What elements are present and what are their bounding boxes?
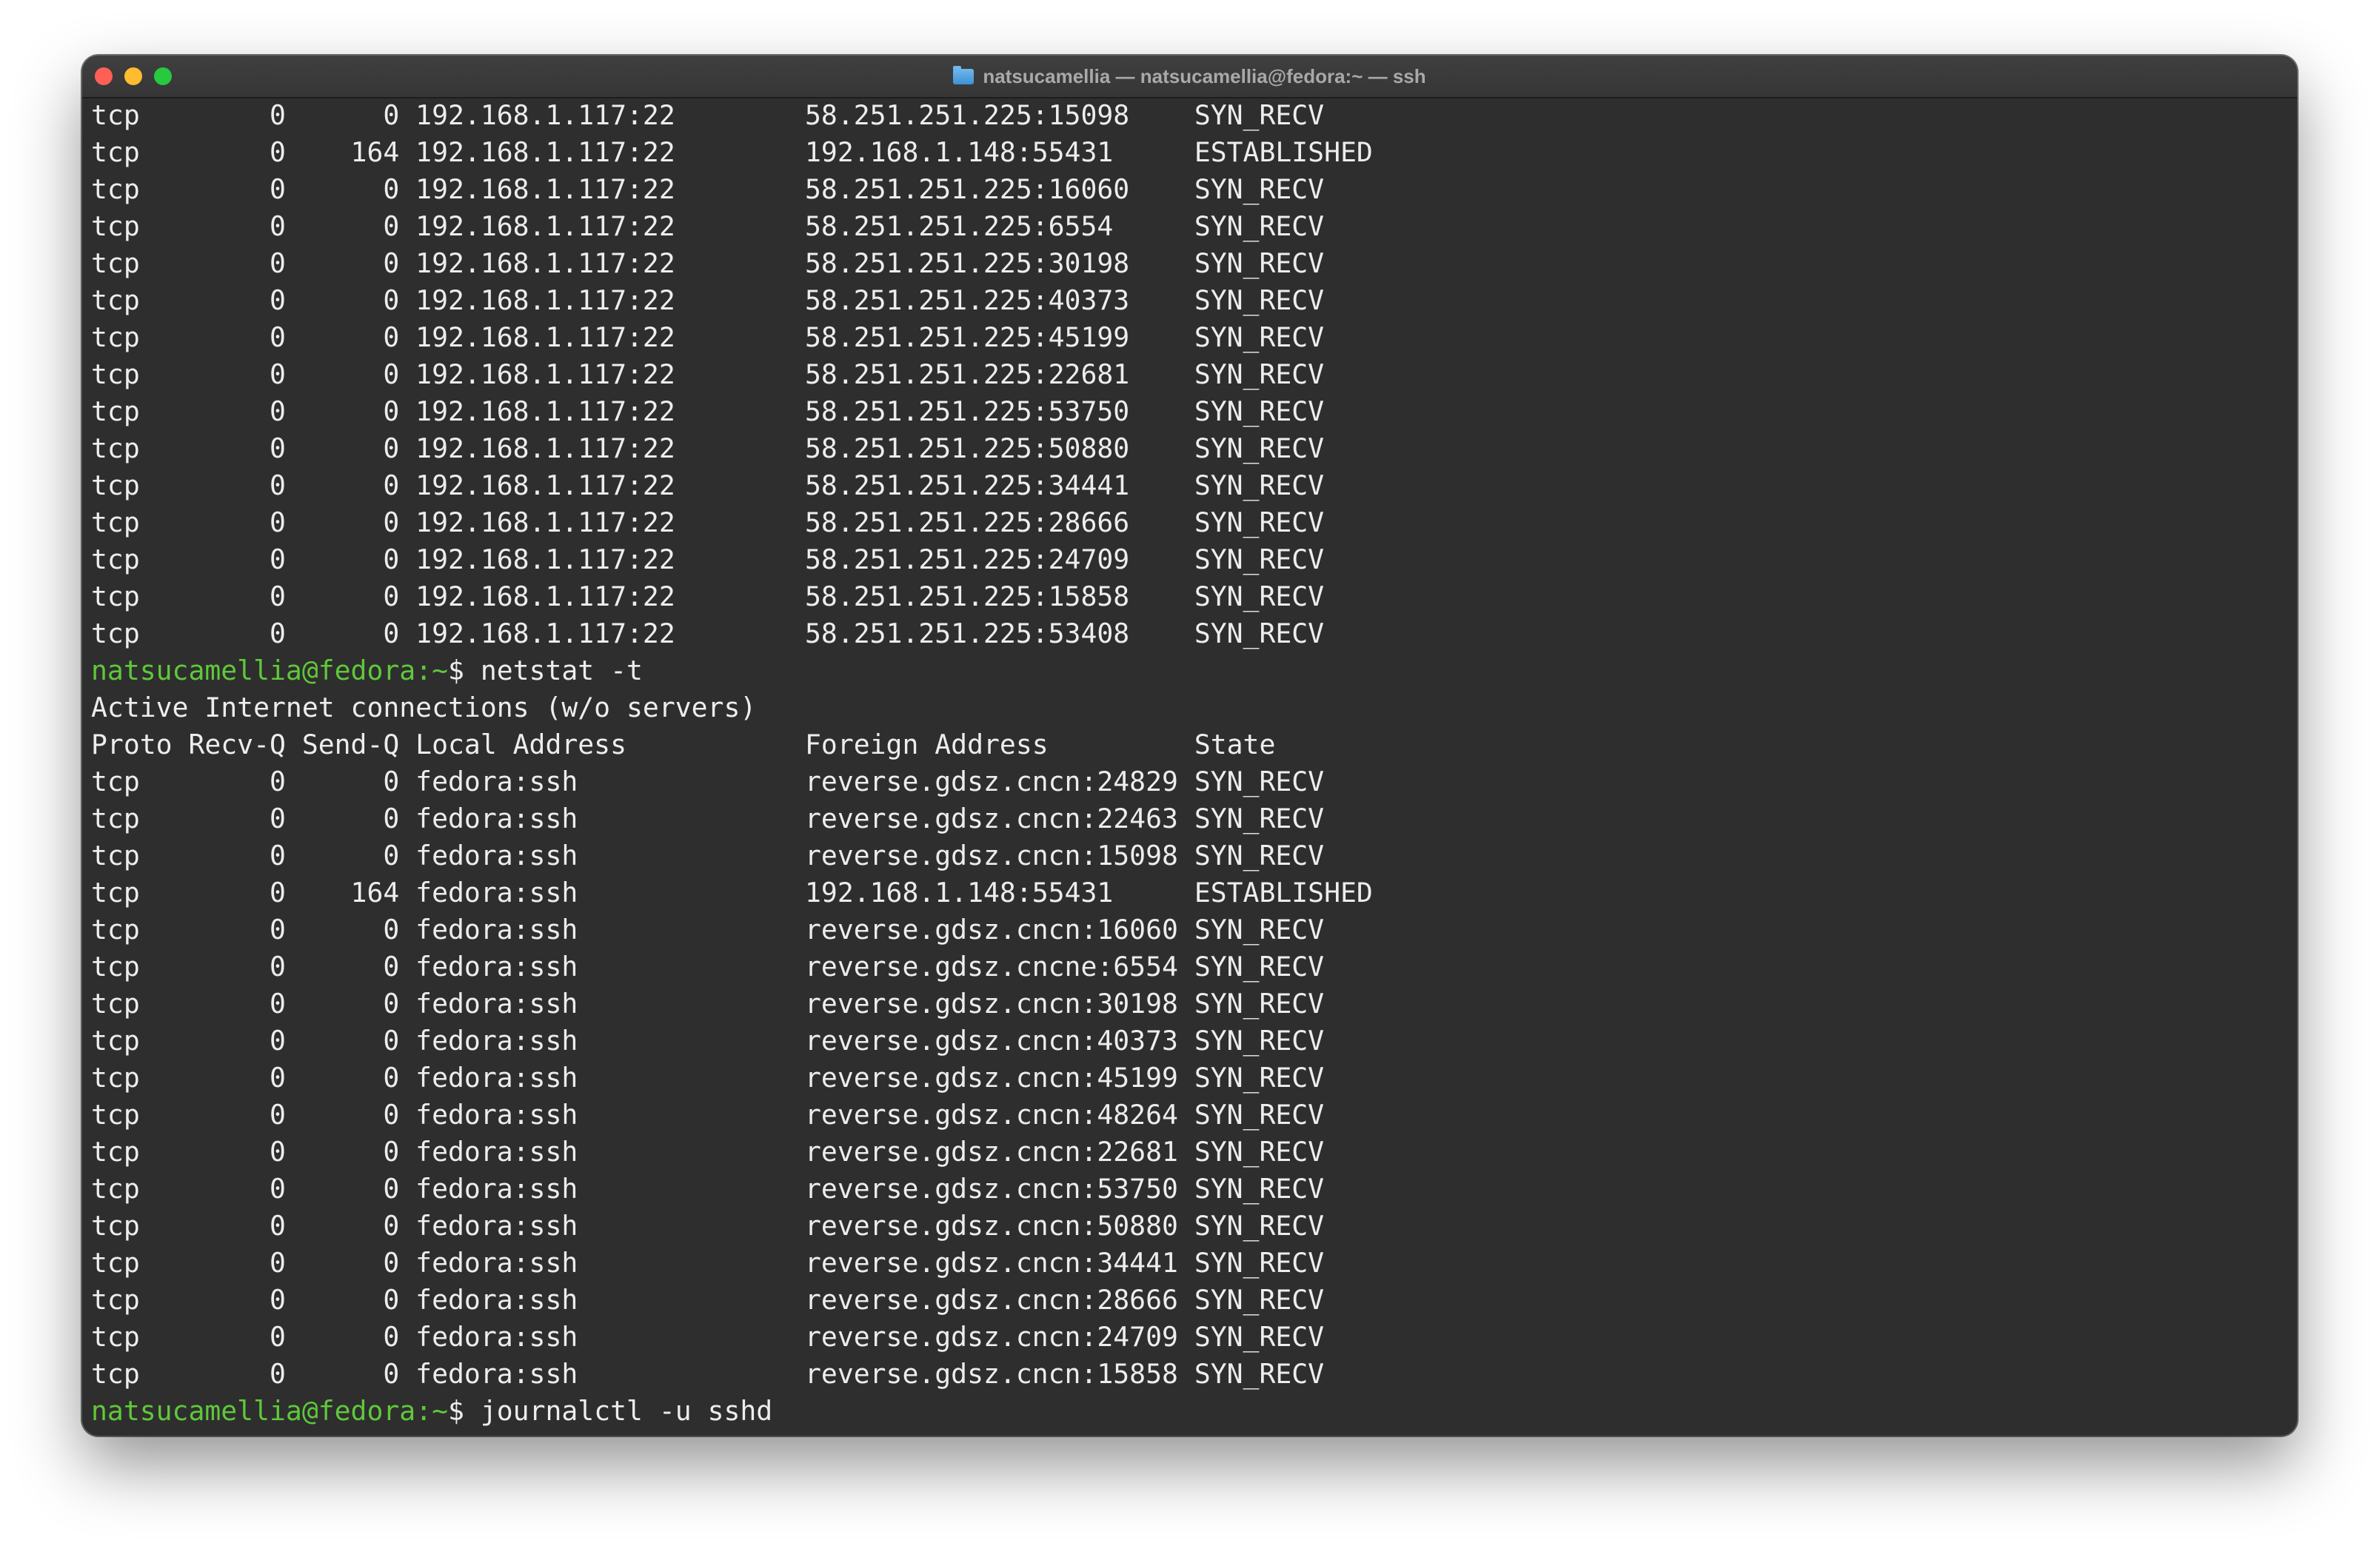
output-line: tcp 0 0 fedora:ssh reverse.gdsz.cncn:301… bbox=[91, 988, 1325, 1020]
terminal-content[interactable]: tcp 0 0 192.168.1.117:22 58.251.251.225:… bbox=[91, 97, 2288, 1436]
prompt-user-host: natsucamellia@fedora bbox=[91, 655, 416, 686]
output-line: Proto Recv-Q Send-Q Local Address Foreig… bbox=[91, 729, 1276, 760]
prompt-symbol: $ bbox=[448, 655, 481, 686]
output-line: tcp 0 0 192.168.1.117:22 58.251.251.225:… bbox=[91, 358, 1325, 390]
output-line: Active Internet connections (w/o servers… bbox=[91, 692, 757, 723]
terminal-window: natsucamellia — natsucamellia@fedora:~ —… bbox=[82, 56, 2297, 1436]
output-line: tcp 0 0 fedora:ssh reverse.gdsz.cncn:537… bbox=[91, 1173, 1325, 1205]
output-line: tcp 0 0 192.168.1.117:22 58.251.251.225:… bbox=[91, 247, 1325, 279]
output-line: tcp 0 0 192.168.1.117:22 58.251.251.225:… bbox=[91, 543, 1325, 575]
output-line: tcp 0 0 192.168.1.117:22 58.251.251.225:… bbox=[91, 321, 1325, 353]
output-line: tcp 0 0 192.168.1.117:22 58.251.251.225:… bbox=[91, 469, 1325, 501]
window-title: natsucamellia — natsucamellia@fedora:~ —… bbox=[82, 56, 2297, 97]
output-line: tcp 0 164 fedora:ssh 192.168.1.148:55431… bbox=[91, 877, 1373, 908]
prompt-symbol: $ bbox=[448, 1395, 481, 1427]
output-line: tcp 0 0 fedora:ssh reverse.gdsz.cncn:344… bbox=[91, 1247, 1325, 1279]
output-line: tcp 0 0 fedora:ssh reverse.gdsz.cncn:451… bbox=[91, 1062, 1325, 1094]
command-text: netstat -t bbox=[480, 655, 643, 686]
prompt-path: :~ bbox=[415, 1395, 449, 1427]
prompt-path: :~ bbox=[415, 655, 449, 686]
output-line: tcp 0 0 fedora:ssh reverse.gdsz.cncn:226… bbox=[91, 1136, 1325, 1168]
output-line: tcp 0 0 fedora:ssh reverse.gdsz.cncn:508… bbox=[91, 1210, 1325, 1242]
output-line: tcp 0 0 192.168.1.117:22 58.251.251.225:… bbox=[91, 395, 1325, 427]
prompt-user-host: natsucamellia@fedora bbox=[91, 1395, 416, 1427]
output-line: tcp 0 0 fedora:ssh reverse.gdsz.cncn:247… bbox=[91, 1321, 1325, 1353]
output-line: tcp 0 0 fedora:ssh reverse.gdsz.cncn:248… bbox=[91, 766, 1325, 797]
output-line: tcp 0 164 192.168.1.117:22 192.168.1.148… bbox=[91, 136, 1373, 168]
output-line: tcp 0 0 192.168.1.117:22 58.251.251.225:… bbox=[91, 210, 1325, 242]
window-title-text: natsucamellia — natsucamellia@fedora:~ —… bbox=[983, 64, 1426, 87]
output-line: tcp 0 0 fedora:ssh reverse.gdsz.cncn:224… bbox=[91, 803, 1325, 834]
output-line: tcp 0 0 fedora:ssh reverse.gdsz.cncn:150… bbox=[91, 840, 1325, 871]
output-line: tcp 0 0 192.168.1.117:22 58.251.251.225:… bbox=[91, 99, 1325, 131]
output-line: tcp 0 0 fedora:ssh reverse.gdsz.cncn:160… bbox=[91, 914, 1325, 946]
title-bar[interactable]: natsucamellia — natsucamellia@fedora:~ —… bbox=[82, 56, 2297, 98]
output-line: tcp 0 0 fedora:ssh reverse.gdsz.cncne:65… bbox=[91, 951, 1325, 983]
output-line: tcp 0 0 192.168.1.117:22 58.251.251.225:… bbox=[91, 506, 1325, 538]
output-line: tcp 0 0 fedora:ssh reverse.gdsz.cncn:482… bbox=[91, 1099, 1325, 1131]
output-line: tcp 0 0 192.168.1.117:22 58.251.251.225:… bbox=[91, 618, 1325, 649]
output-line: tcp 0 0 fedora:ssh reverse.gdsz.cncn:403… bbox=[91, 1025, 1325, 1057]
command-text: journalctl -u sshd bbox=[480, 1395, 773, 1427]
prompt-line: natsucamellia@fedora:~$ netstat -t bbox=[91, 652, 2288, 689]
output-line: tcp 0 0 fedora:ssh reverse.gdsz.cncn:286… bbox=[91, 1284, 1325, 1316]
output-line: tcp 0 0 192.168.1.117:22 58.251.251.225:… bbox=[91, 580, 1325, 612]
folder-icon bbox=[953, 65, 975, 84]
output-line: tcp 0 0 192.168.1.117:22 58.251.251.225:… bbox=[91, 432, 1325, 464]
output-line: tcp 0 0 192.168.1.117:22 58.251.251.225:… bbox=[91, 284, 1325, 316]
output-line: tcp 0 0 fedora:ssh reverse.gdsz.cncn:158… bbox=[91, 1358, 1325, 1390]
output-line: tcp 0 0 192.168.1.117:22 58.251.251.225:… bbox=[91, 173, 1325, 205]
prompt-line: natsucamellia@fedora:~$ journalctl -u ss… bbox=[91, 1393, 2288, 1430]
